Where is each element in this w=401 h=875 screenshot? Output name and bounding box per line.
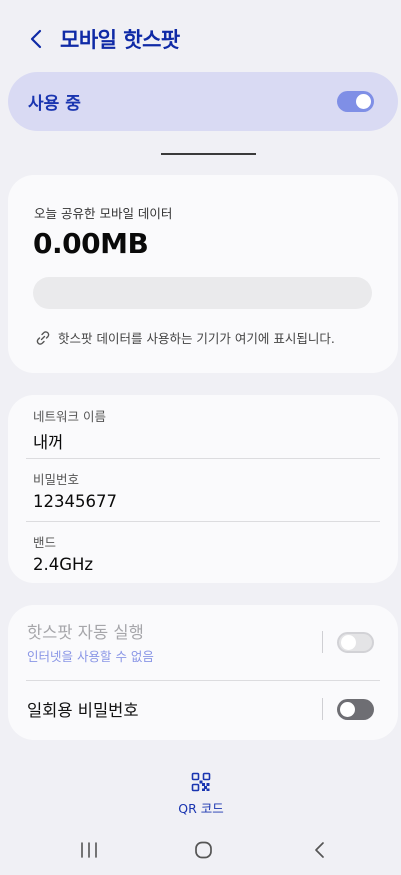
page-title: 모바일 핫스팟: [60, 28, 180, 52]
home-icon: [195, 841, 212, 859]
link-icon: [35, 330, 51, 346]
network-name-label: 네트워크 이름: [33, 409, 106, 424]
qr-code-button[interactable]: QR 코드: [168, 772, 234, 818]
row-divider: [26, 521, 380, 522]
one-time-password-row[interactable]: 일회용 비밀번호: [8, 676, 398, 742]
row-divider: [26, 458, 380, 459]
usage-caption: 오늘 공유한 모바일 데이터: [34, 206, 173, 221]
separator: [322, 631, 323, 653]
one-time-password-title: 일회용 비밀번호: [27, 701, 139, 720]
back-button[interactable]: [24, 27, 48, 51]
auto-hotspot-subtitle: 인터넷을 사용할 수 없음: [27, 649, 154, 664]
usage-hint-text: 핫스팟 데이터를 사용하는 기기가 여기에 표시됩니다.: [58, 331, 335, 346]
qr-code-label: QR 코드: [178, 801, 224, 816]
auto-hotspot-row[interactable]: 핫스팟 자동 실행 인터넷을 사용할 수 없음: [8, 609, 398, 675]
header: 모바일 핫스팟: [0, 18, 401, 60]
system-navigation-bar: [0, 828, 401, 875]
password-row[interactable]: 비밀번호 12345677: [33, 469, 380, 511]
usage-hint: 핫스팟 데이터를 사용하는 기기가 여기에 표시됩니다.: [35, 328, 335, 347]
band-label: 밴드: [33, 535, 57, 550]
auto-hotspot-title: 핫스팟 자동 실행: [27, 623, 144, 642]
network-name-row[interactable]: 네트워크 이름 내꺼: [33, 406, 380, 453]
chevron-left-icon: [315, 842, 324, 858]
recent-apps-icon: [81, 842, 97, 858]
recent-apps-button[interactable]: [80, 840, 98, 864]
qr-code-icon: [191, 772, 211, 792]
network-settings-card: 네트워크 이름 내꺼 비밀번호 12345677 밴드 2.4GHz: [8, 395, 398, 583]
options-card: 핫스팟 자동 실행 인터넷을 사용할 수 없음 일회용 비밀번호: [8, 605, 398, 740]
home-button[interactable]: [194, 840, 214, 864]
band-value: 2.4GHz: [33, 555, 94, 574]
one-time-password-toggle[interactable]: [337, 698, 374, 720]
usage-value: 0.00MB: [33, 227, 149, 260]
hotspot-toggle[interactable]: [337, 91, 374, 112]
separator: [322, 698, 323, 720]
network-name-value: 내꺼: [33, 433, 64, 452]
chevron-left-icon: [30, 29, 42, 49]
band-row[interactable]: 밴드 2.4GHz: [33, 532, 380, 574]
data-usage-card: 오늘 공유한 모바일 데이터 0.00MB 핫스팟 데이터를 사용하는 기기가 …: [8, 175, 398, 373]
usage-progress-bar: [33, 277, 372, 309]
master-switch-label: 사용 중: [28, 94, 81, 114]
password-label: 비밀번호: [33, 472, 80, 487]
password-value: 12345677: [33, 492, 117, 511]
back-nav-button[interactable]: [312, 840, 326, 864]
auto-hotspot-toggle[interactable]: [337, 631, 374, 653]
hotspot-master-switch[interactable]: 사용 중: [8, 72, 398, 131]
divider: [161, 153, 256, 155]
